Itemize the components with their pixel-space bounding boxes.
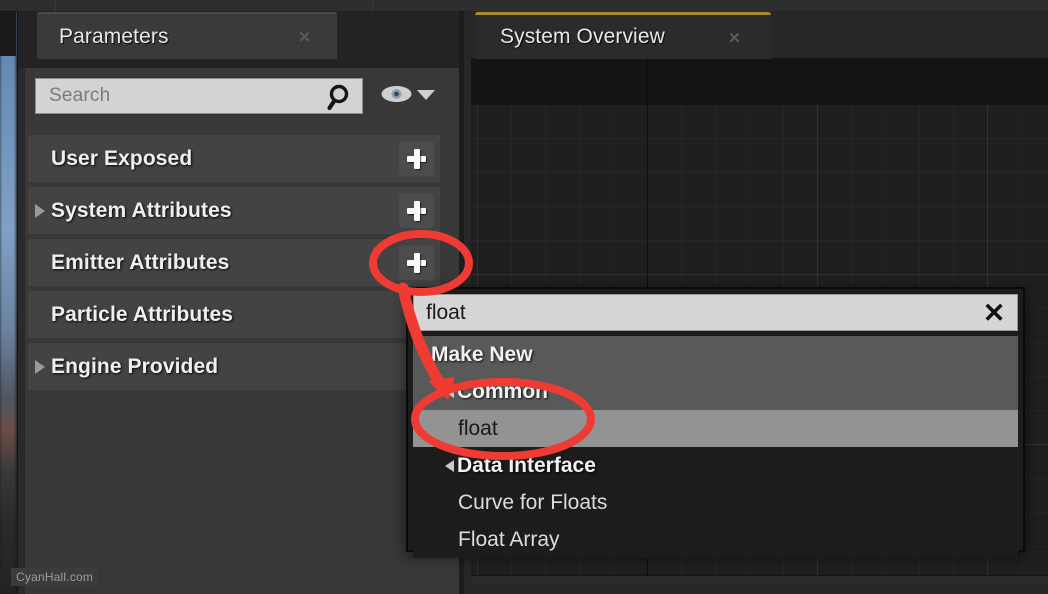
tab-parameters-label: Parameters <box>59 24 169 48</box>
graph-top-band <box>471 58 1048 105</box>
attribute-row-label: System Attributes <box>51 198 232 222</box>
dropdown-category-make-new[interactable]: Make New <box>413 336 1018 373</box>
attribute-row-particle-attributes[interactable]: Particle Attributes <box>28 291 440 338</box>
attribute-row-system-attributes[interactable]: System Attributes <box>28 187 440 234</box>
visibility-toggle[interactable] <box>379 83 436 110</box>
attribute-rows: User Exposed System Attributes Emitter A… <box>28 135 440 395</box>
close-icon[interactable]: ✕ <box>726 30 743 47</box>
search-input-placeholder: Search <box>49 85 111 106</box>
dropdown-item-list: Make New Common float Data Interface Cur… <box>413 336 1018 558</box>
dropdown-item-float-array[interactable]: Float Array <box>413 521 1018 558</box>
row-indent-spacer <box>28 262 47 263</box>
add-parameter-dropdown: float ✕ Make New Common float Data Inter… <box>406 287 1025 558</box>
dropdown-search-value: float <box>426 300 466 324</box>
expand-triangle-icon[interactable] <box>35 203 45 218</box>
close-icon[interactable]: ✕ <box>296 29 313 46</box>
dropdown-category-common[interactable]: Common <box>413 373 1018 410</box>
attribute-row-label: Particle Attributes <box>51 302 233 326</box>
triangle-down-icon <box>445 385 454 398</box>
tab-parameters[interactable]: Parameters ✕ <box>37 12 337 59</box>
desktop-background-strip <box>0 0 16 594</box>
tab-system-overview[interactable]: System Overview ✕ <box>475 12 771 59</box>
attribute-row-engine-provided[interactable]: Engine Provided <box>28 343 440 390</box>
eye-icon <box>379 83 414 110</box>
attribute-row-emitter-attributes[interactable]: Emitter Attributes <box>28 239 440 286</box>
dropdown-item-curve-for-floats[interactable]: Curve for Floats <box>413 484 1018 521</box>
dropdown-item-float[interactable]: float <box>413 410 1018 447</box>
parameters-search-row: Search <box>35 78 436 114</box>
attribute-row-label: User Exposed <box>51 146 193 170</box>
magnifier-icon <box>326 82 354 112</box>
dropdown-item-label: Common <box>457 379 548 403</box>
app-window: Parameters ✕ Search User Exposed System … <box>0 0 1048 594</box>
dropdown-item-label: Curve for Floats <box>458 490 608 514</box>
attribute-row-label: Emitter Attributes <box>51 250 230 274</box>
dropdown-category-data-interface[interactable]: Data Interface <box>413 447 1018 484</box>
dropdown-search-input[interactable]: float ✕ <box>413 294 1018 331</box>
close-icon[interactable]: ✕ <box>980 299 1008 327</box>
row-indent-spacer <box>28 158 47 159</box>
tab-system-overview-label: System Overview <box>500 25 665 48</box>
plus-icon[interactable] <box>399 193 434 228</box>
triangle-down-icon <box>445 459 454 472</box>
dropdown-item-label: Make New <box>431 342 533 366</box>
graph-bottom-edge <box>471 575 1048 584</box>
triangle-down-icon <box>419 348 428 361</box>
plus-icon[interactable] <box>399 245 434 280</box>
row-indent-spacer <box>28 314 47 315</box>
dropdown-item-label: Float Array <box>458 527 560 551</box>
dropdown-item-label: Data Interface <box>457 453 596 477</box>
plus-icon[interactable] <box>399 141 434 176</box>
expand-triangle-icon[interactable] <box>35 359 45 374</box>
attribute-row-user-exposed[interactable]: User Exposed <box>28 135 440 182</box>
search-input[interactable]: Search <box>35 78 363 114</box>
caret-down-icon <box>416 87 436 106</box>
attribute-row-label: Engine Provided <box>51 354 219 378</box>
dropdown-item-label: float <box>458 416 498 440</box>
watermark: CyanHall.com <box>11 568 99 586</box>
